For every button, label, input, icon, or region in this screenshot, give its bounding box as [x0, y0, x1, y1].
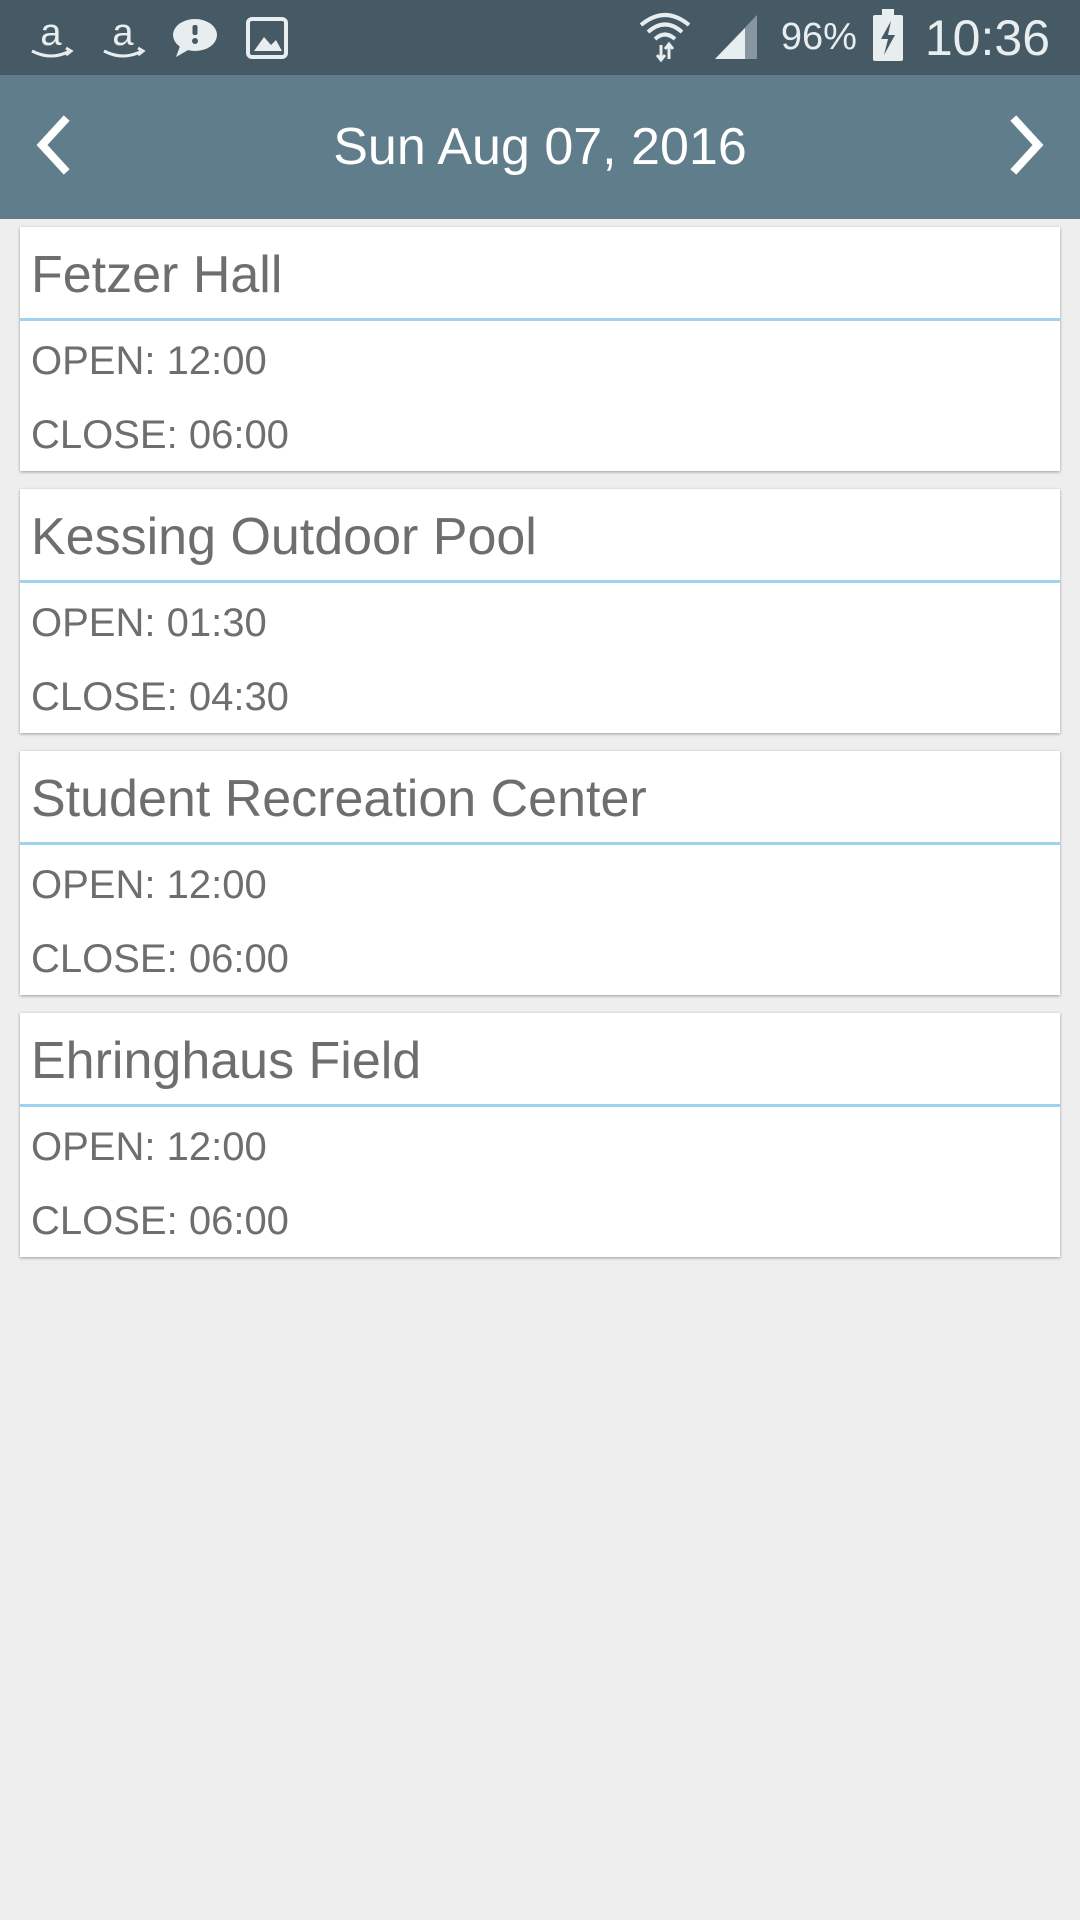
- chat-icon: [170, 13, 220, 63]
- battery-icon: [871, 7, 905, 68]
- date-header: Sun Aug 07, 2016: [0, 75, 1080, 219]
- facility-name: Fetzer Hall: [31, 246, 283, 304]
- open-time: OPEN: 12:00: [31, 863, 267, 907]
- status-bar: a a 96% 10:36: [0, 0, 1080, 75]
- amazon-icon: a: [98, 13, 148, 63]
- facility-card[interactable]: Ehringhaus Field OPEN: 12:00 CLOSE: 06:0…: [20, 1013, 1060, 1257]
- open-time: OPEN: 01:30: [31, 601, 267, 645]
- battery-percentage: 96%: [780, 16, 857, 58]
- system-indicators: 96% 10:36: [637, 0, 1050, 75]
- facility-card[interactable]: Fetzer Hall OPEN: 12:00 CLOSE: 06:00: [20, 227, 1060, 471]
- divider: [20, 318, 1060, 321]
- facility-name: Ehringhaus Field: [31, 1032, 422, 1090]
- facility-card[interactable]: Kessing Outdoor Pool OPEN: 01:30 CLOSE: …: [20, 489, 1060, 733]
- chevron-right-icon: [1000, 114, 1050, 180]
- next-day-button[interactable]: [970, 75, 1080, 219]
- svg-text:a: a: [112, 13, 134, 54]
- open-time: OPEN: 12:00: [31, 1125, 267, 1169]
- open-time: OPEN: 12:00: [31, 339, 267, 383]
- divider: [20, 842, 1060, 845]
- signal-icon: [707, 7, 763, 68]
- close-time: CLOSE: 06:00: [31, 413, 289, 457]
- amazon-icon: a: [26, 13, 76, 63]
- facility-name: Kessing Outdoor Pool: [31, 508, 537, 566]
- divider: [20, 580, 1060, 583]
- date-title: Sun Aug 07, 2016: [333, 118, 747, 176]
- svg-text:a: a: [40, 13, 62, 54]
- previous-day-button[interactable]: [0, 75, 110, 219]
- wifi-icon: [637, 7, 693, 68]
- chevron-left-icon: [30, 114, 80, 180]
- facility-card[interactable]: Student Recreation Center OPEN: 12:00 CL…: [20, 751, 1060, 995]
- image-icon: [242, 13, 292, 63]
- clock: 10:36: [924, 9, 1050, 66]
- close-time: CLOSE: 06:00: [31, 1199, 289, 1243]
- divider: [20, 1104, 1060, 1107]
- notification-icons: a a: [26, 10, 292, 65]
- facility-list: Fetzer Hall OPEN: 12:00 CLOSE: 06:00 Kes…: [20, 227, 1060, 1275]
- close-time: CLOSE: 06:00: [31, 937, 289, 981]
- close-time: CLOSE: 04:30: [31, 675, 289, 719]
- facility-name: Student Recreation Center: [31, 770, 647, 828]
